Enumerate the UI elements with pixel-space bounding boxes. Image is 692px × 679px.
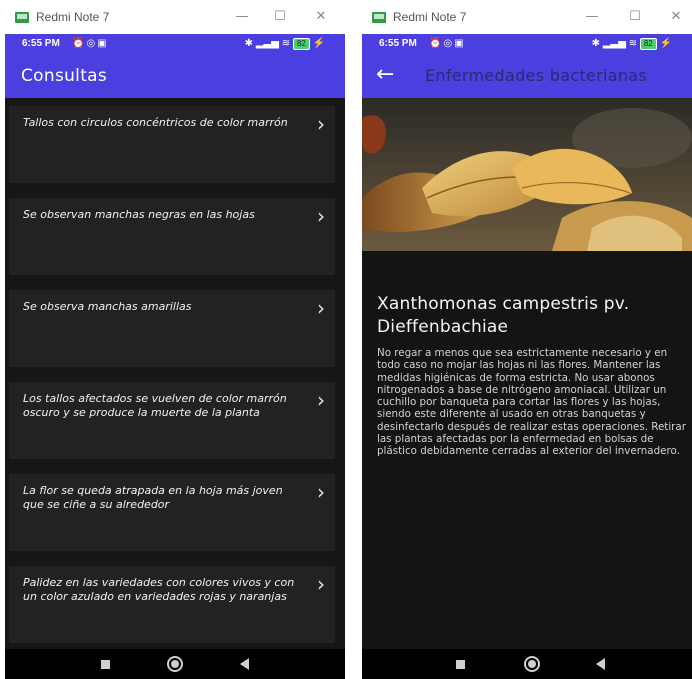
back-arrow-icon[interactable]: ← [376, 62, 402, 88]
nav-back-icon[interactable] [596, 658, 605, 670]
signal-icon: ▂▃▅ [602, 38, 626, 49]
whatsapp-icon: ◎ [443, 38, 455, 49]
nav-recents-icon[interactable] [101, 660, 110, 669]
android-nav-bar [5, 649, 345, 679]
hero-image-dry-leaves [362, 98, 692, 251]
whatsapp-icon: ◎ [86, 38, 98, 49]
chevron-right-icon: › [317, 480, 325, 504]
battery-icon: 82 [639, 38, 657, 50]
bluetooth-icon: ✱ [244, 38, 254, 49]
emulator-window-left: Redmi Note 7 — ☐ ✕ 6:55 PM ⏰◎▣ ✱ ▂▃▅ ≋ 8… [5, 0, 345, 679]
alarm-icon: ⏰ [72, 38, 87, 49]
android-nav-bar [362, 649, 692, 679]
nav-back-icon[interactable] [240, 658, 249, 670]
list-item[interactable]: Los tallos afectados se vuelven de color… [9, 382, 335, 459]
notification-icons: ⏰◎▣ [72, 38, 109, 49]
status-bar: 6:55 PM ⏰◎▣ ✱ ▂▃▅ ≋ 82 ⚡ [5, 34, 345, 55]
nav-home-icon[interactable] [524, 656, 540, 672]
signal-icon: ▂▃▅ [255, 38, 279, 49]
list-item[interactable]: Se observa manchas amarillas › [9, 290, 335, 367]
disease-description: No regar a menos que sea estrictamente n… [377, 347, 686, 458]
app-bar: ← Enfermedades bacterianas [362, 55, 692, 98]
list-item-text: Tallos con circulos concéntricos de colo… [23, 116, 288, 129]
close-button[interactable]: ✕ [664, 6, 688, 28]
nav-home-icon[interactable] [167, 656, 183, 672]
window-title: Redmi Note 7 [36, 10, 110, 24]
alarm-icon: ⏰ [429, 38, 444, 49]
list-item[interactable]: Se observan manchas negras en las hojas … [9, 198, 335, 275]
app-icon [372, 12, 386, 23]
chevron-right-icon: › [317, 572, 325, 596]
bluetooth-icon: ✱ [591, 38, 601, 49]
charging-icon: ⚡ [659, 38, 672, 49]
window-title: Redmi Note 7 [393, 10, 467, 24]
chevron-right-icon: › [317, 296, 325, 320]
system-icons: ✱ ▂▃▅ ≋ 82 ⚡ [245, 38, 325, 50]
wifi-icon: ≋ [281, 38, 291, 49]
window-titlebar: Redmi Note 7 — ☐ ✕ [362, 0, 692, 34]
minimize-button[interactable]: — [230, 6, 254, 28]
list-item-text: Se observan manchas negras en las hojas [23, 208, 255, 221]
wifi-icon: ≋ [628, 38, 638, 49]
maximize-button[interactable]: ☐ [623, 6, 647, 28]
app-notification-icon: ▣ [454, 38, 466, 49]
consultas-list: Tallos con circulos concéntricos de colo… [5, 98, 345, 649]
page-title: Consultas [21, 66, 108, 86]
disease-detail: Xanthomonas campestris pv. Dieffenbachia… [362, 251, 692, 649]
battery-icon: 82 [292, 38, 310, 50]
page-title: Enfermedades bacterianas [425, 66, 648, 85]
nav-recents-icon[interactable] [456, 660, 465, 669]
list-item[interactable]: Tallos con circulos concéntricos de colo… [9, 106, 335, 183]
disease-title: Xanthomonas campestris pv. Dieffenbachia… [377, 294, 630, 337]
close-button[interactable]: ✕ [309, 6, 333, 28]
status-time: 6:55 PM [379, 38, 417, 49]
chevron-right-icon: › [317, 112, 325, 136]
list-item-text: Los tallos afectados se vuelven de color… [23, 392, 287, 419]
notification-icons: ⏰◎▣ [429, 38, 466, 49]
minimize-button[interactable]: — [580, 6, 604, 28]
app-bar: Consultas [5, 55, 345, 98]
chevron-right-icon: › [317, 204, 325, 228]
charging-icon: ⚡ [312, 38, 325, 49]
window-titlebar: Redmi Note 7 — ☐ ✕ [5, 0, 345, 34]
list-item-text: Palidez en las variedades con colores vi… [23, 576, 295, 603]
maximize-button[interactable]: ☐ [268, 6, 292, 28]
status-bar: 6:55 PM ⏰◎▣ ✱ ▂▃▅ ≋ 82 ⚡ [362, 34, 692, 55]
list-item[interactable]: La flor se queda atrapada en la hoja más… [9, 474, 335, 551]
chevron-right-icon: › [317, 388, 325, 412]
emulator-window-right: Redmi Note 7 — ☐ ✕ 6:55 PM ⏰◎▣ ✱ ▂▃▅ ≋ 8… [362, 0, 692, 679]
status-time: 6:55 PM [22, 38, 60, 49]
list-item-text: La flor se queda atrapada en la hoja más… [23, 484, 283, 511]
list-item-text: Se observa manchas amarillas [23, 300, 192, 313]
leaves-illustration [362, 98, 692, 251]
app-icon [15, 12, 29, 23]
system-icons: ✱ ▂▃▅ ≋ 82 ⚡ [592, 38, 672, 50]
list-item[interactable]: Palidez en las variedades con colores vi… [9, 566, 335, 643]
app-notification-icon: ▣ [97, 38, 109, 49]
